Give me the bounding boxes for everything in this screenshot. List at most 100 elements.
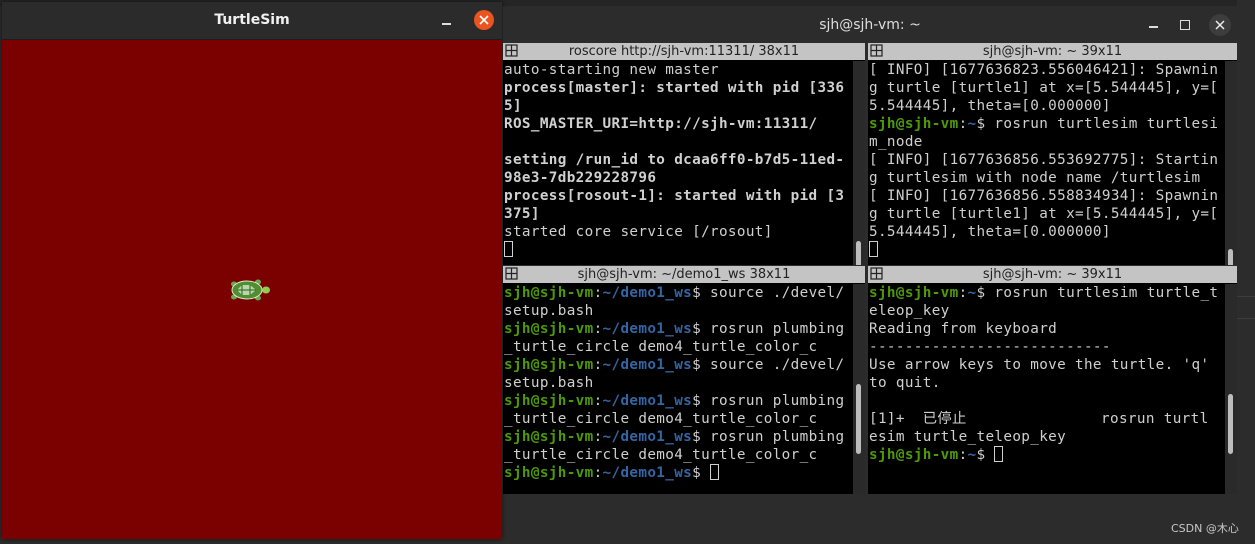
terminal-line: to quit. (869, 374, 1225, 392)
terminal-output[interactable]: auto-starting new master process[master]:… (503, 61, 853, 265)
scrollbar[interactable] (1225, 284, 1237, 494)
pane-header[interactable]: sjh@sjh-vm: ~ 39x11 (868, 266, 1237, 283)
scrollbar[interactable] (853, 61, 865, 265)
prompt-user: sjh@sjh-vm (504, 285, 594, 301)
terminal-text: --------------------------- (869, 339, 1111, 355)
terminal-line (869, 241, 1225, 259)
terminal-line: eleop_key (869, 302, 1225, 320)
terminal-line: Use arrow keys to move the turtle. 'q' (869, 356, 1225, 374)
terminator-titlebar[interactable]: sjh@sjh-vm: ~ (503, 7, 1237, 43)
terminal-line: esim turtle_teleop_key (869, 428, 1225, 446)
prompt-user: sjh@sjh-vm (869, 285, 959, 301)
close-button[interactable] (1209, 14, 1231, 36)
terminal-line: sjh@sjh-vm:~/demo1_ws$ rosrun plumbing (504, 392, 853, 410)
terminal-output[interactable]: sjh@sjh-vm:~$ rosrun turtlesim turtle_t e… (868, 284, 1225, 494)
terminal-output[interactable]: [ INFO] [1677636823.556046421]: Spawnin g… (868, 61, 1225, 265)
grid-icon[interactable] (505, 267, 518, 280)
terminal-text: g turtle [turtle1] at x=[5.544445], y=[ (869, 206, 1219, 222)
terminal-line: started core service [/rosout] (504, 223, 853, 241)
terminal-output[interactable]: sjh@sjh-vm:~/demo1_ws$ source ./devel/se… (503, 284, 853, 494)
prompt-path: ~ (967, 116, 977, 132)
terminal-line: sjh@sjh-vm:~$ rosrun turtlesim turtle_t (869, 284, 1225, 302)
terminal-text: [1]+ 已停止 rosrun turtl (869, 411, 1209, 427)
terminal-line: auto-starting new master (504, 61, 853, 79)
terminal-text: _turtle_circle demo4_turtle_color_c (504, 339, 818, 355)
pane-header[interactable]: sjh@sjh-vm: ~/demo1_ws 38x11 (503, 266, 865, 283)
terminal-line: g turtle [turtle1] at x=[5.544445], y=[ (869, 79, 1225, 97)
prompt-user: sjh@sjh-vm (504, 465, 594, 481)
terminal-cursor (994, 446, 1004, 462)
terminal-line: sjh@sjh-vm:~/demo1_ws$ source ./devel/ (504, 356, 853, 374)
terminal-text: $ rosrun turtlesim turtle_t (976, 285, 1219, 301)
pane-header-title: sjh@sjh-vm: ~/demo1_ws 38x11 (577, 267, 791, 282)
terminal-pane-demo1-ws[interactable]: sjh@sjh-vm: ~/demo1_ws 38x11 sjh@sjh-vm:~… (503, 266, 865, 494)
terminal-text: : (958, 116, 968, 132)
prompt-user: sjh@sjh-vm (504, 429, 594, 445)
grid-icon[interactable] (870, 44, 883, 57)
terminal-text: g turtlesim with node name /turtlesim (869, 170, 1201, 186)
grid-icon[interactable] (505, 44, 518, 57)
prompt-path: ~/demo1_ws (602, 393, 693, 409)
scrollbar-thumb[interactable] (856, 384, 861, 454)
pane-header[interactable]: roscore http://sjh-vm:11311/ 38x11 (503, 43, 865, 60)
terminal-line: [ INFO] [1677636856.553692775]: Startin (869, 151, 1225, 169)
watermark: CSDN @木心 (1171, 522, 1239, 535)
terminal-line: sjh@sjh-vm:~/demo1_ws$ (504, 464, 853, 482)
terminal-text: setup.bash (504, 375, 594, 391)
terminal-text: started core service [/rosout] (504, 224, 773, 240)
terminal-text: : (593, 429, 603, 445)
close-button[interactable] (474, 10, 494, 30)
prompt-user: sjh@sjh-vm (869, 116, 959, 132)
terminator-title: sjh@sjh-vm: ~ (819, 17, 921, 33)
terminal-line: 98e3-7db229228796 (504, 169, 853, 187)
scrollbar-thumb[interactable] (1228, 249, 1233, 265)
turtlesim-canvas (2, 40, 502, 539)
terminal-text: 5.544445], theta=[0.000000] (869, 224, 1111, 240)
scrollbar-thumb[interactable] (1228, 394, 1233, 454)
terminal-text: $ rosrun plumbing (692, 393, 845, 409)
terminal-line: process[rosout-1]: started with pid [3 (504, 187, 853, 205)
terminal-cursor (710, 464, 720, 480)
terminal-text: process[rosout-1]: started with pid [3 (504, 188, 845, 204)
terminal-line: [ INFO] [1677636856.558834934]: Spawnin (869, 187, 1225, 205)
terminal-pane-teleop[interactable]: sjh@sjh-vm: ~ 39x11 sjh@sjh-vm:~$ rosrun … (868, 266, 1237, 494)
terminal-text: Use arrow keys to move the turtle. 'q' (869, 357, 1210, 373)
terminal-pane-roscore[interactable]: roscore http://sjh-vm:11311/ 38x11 auto-s… (503, 43, 865, 265)
prompt-path: ~/demo1_ws (602, 321, 693, 337)
grid-icon[interactable] (870, 267, 883, 280)
terminal-line: --------------------------- (869, 338, 1225, 356)
pane-header-title: sjh@sjh-vm: ~ 39x11 (982, 267, 1123, 282)
terminal-text: [ INFO] [1677636856.558834934]: Spawnin (869, 188, 1219, 204)
terminal-line: m_node (869, 133, 1225, 151)
terminal-line: setting /run_id to dcaa6ff0-b7d5-11ed- (504, 151, 853, 169)
scrollbar-thumb[interactable] (856, 241, 861, 265)
terminal-line: g turtlesim with node name /turtlesim (869, 169, 1225, 187)
terminal-text: [ INFO] [1677636823.556046421]: Spawnin (869, 62, 1219, 78)
minimize-icon[interactable] (438, 13, 454, 29)
terminal-line: setup.bash (504, 302, 853, 320)
terminal-text: setup.bash (504, 303, 594, 319)
terminal-line: 5] (504, 97, 853, 115)
terminal-cursor (504, 241, 513, 257)
pane-header[interactable]: sjh@sjh-vm: ~ 39x11 (868, 43, 1237, 60)
terminal-pane-turtlesim-node[interactable]: sjh@sjh-vm: ~ 39x11 [ INFO] [1677636823.5… (868, 43, 1237, 265)
minimize-icon[interactable] (1146, 17, 1162, 33)
terminal-text: 5] (504, 98, 522, 114)
scrollbar[interactable] (853, 284, 865, 494)
terminator-window[interactable]: sjh@sjh-vm: ~ roscore http://sjh-vm:1131… (503, 7, 1237, 494)
turtlesim-titlebar[interactable]: TurtleSim (2, 2, 502, 40)
prompt-path: ~ (967, 447, 977, 463)
scrollbar[interactable] (1225, 61, 1237, 265)
terminal-line: ROS_MASTER_URI=http://sjh-vm:11311/ (504, 115, 853, 133)
prompt-path: ~ (967, 285, 977, 301)
pane-header-title: roscore http://sjh-vm:11311/ 38x11 (568, 44, 800, 59)
terminal-line: _turtle_circle demo4_turtle_color_c (504, 338, 853, 356)
terminal-line: [ INFO] [1677636823.556046421]: Spawnin (869, 61, 1225, 79)
turtlesim-window[interactable]: TurtleSim (2, 2, 502, 539)
terminal-line: 5.544445], theta=[0.000000] (869, 223, 1225, 241)
terminal-line: Reading from keyboard (869, 320, 1225, 338)
terminal-line: 375] (504, 205, 853, 223)
terminal-text: auto-starting new master (504, 62, 719, 78)
terminal-cursor (869, 241, 878, 257)
maximize-icon[interactable] (1177, 17, 1193, 33)
